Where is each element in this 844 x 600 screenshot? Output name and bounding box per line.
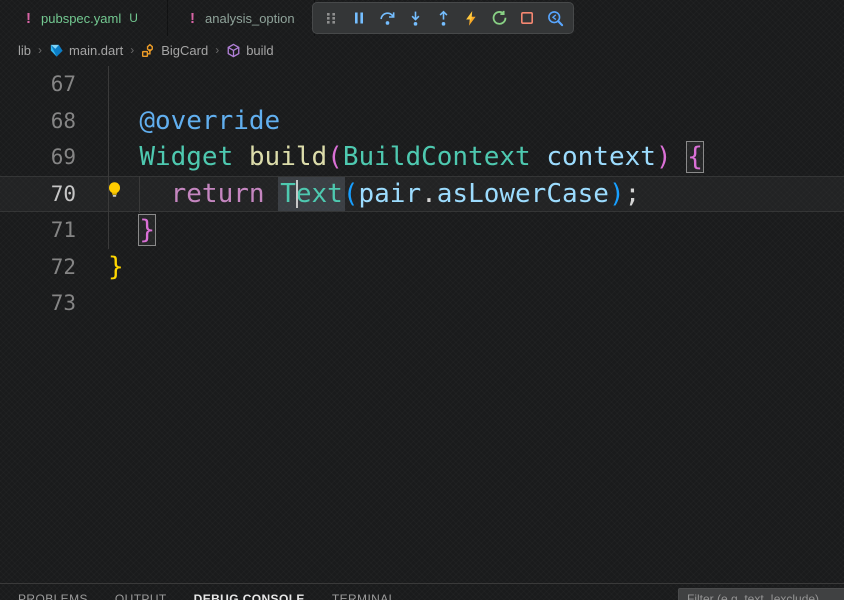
exclamation-icon: ! <box>190 10 195 27</box>
breadcrumb-item-bigcard[interactable]: BigCard <box>141 43 208 58</box>
drag-handle-icon[interactable] <box>319 6 343 30</box>
breadcrumb-item-lib[interactable]: lib <box>18 43 31 58</box>
code-token: context <box>546 142 656 172</box>
tab-pubspec-yaml[interactable]: ! pubspec.yaml U <box>0 0 168 36</box>
step-out-icon[interactable] <box>431 6 455 30</box>
tab-debug-console[interactable]: DEBUG CONSOLE <box>194 592 305 600</box>
code-token <box>233 142 249 172</box>
breadcrumb-label: build <box>246 43 273 58</box>
code-line[interactable]: 70 return Text(pair.asLowerCase); <box>0 176 844 213</box>
code-line[interactable]: 73 <box>0 285 844 322</box>
code-token: asLowerCase <box>437 179 609 209</box>
code-token: BuildContext <box>343 142 531 172</box>
code-token <box>265 179 281 209</box>
code-line-content: @override <box>76 103 280 140</box>
line-number[interactable]: 67 <box>0 66 76 103</box>
line-number[interactable]: 71 <box>0 212 76 249</box>
tab-label: analysis_option <box>205 11 295 26</box>
code-token: . <box>421 179 437 209</box>
code-token: ( <box>327 142 343 172</box>
code-line[interactable]: 68 @override <box>0 103 844 140</box>
restart-icon[interactable] <box>487 6 511 30</box>
pause-icon[interactable] <box>347 6 371 30</box>
line-number[interactable]: 68 <box>0 103 76 140</box>
code-token <box>672 142 688 172</box>
text-cursor <box>296 180 298 208</box>
breadcrumb-label: BigCard <box>161 43 208 58</box>
code-token <box>108 215 139 245</box>
breadcrumb-label: main.dart <box>69 43 123 58</box>
class-icon <box>141 43 156 58</box>
line-number[interactable]: 69 <box>0 139 76 176</box>
hot-reload-icon[interactable] <box>459 6 483 30</box>
code-line-content <box>76 285 108 322</box>
code-line-content: } <box>76 212 155 249</box>
code-line[interactable]: 71 } <box>0 212 844 249</box>
breadcrumb-label: lib <box>18 43 31 58</box>
code-line-content: } <box>76 249 124 286</box>
chevron-right-icon: › <box>130 43 134 57</box>
exclamation-icon: ! <box>26 10 31 27</box>
bottom-panel: PROBLEMS OUTPUT DEBUG CONSOLE TERMINAL <box>0 583 844 600</box>
code-token: build <box>249 142 327 172</box>
code-editor[interactable]: 6768 @override69 Widget build(BuildConte… <box>0 64 844 583</box>
code-token <box>531 142 547 172</box>
method-icon <box>226 43 241 58</box>
code-token: pair <box>358 179 421 209</box>
step-into-icon[interactable] <box>403 6 427 30</box>
code-token: ) <box>609 179 625 209</box>
breadcrumb-item-main-dart[interactable]: main.dart <box>49 43 123 58</box>
code-line-content <box>76 66 108 103</box>
code-token: Text <box>280 179 343 209</box>
chevron-right-icon: › <box>215 43 219 57</box>
code-line[interactable]: 67 <box>0 66 844 103</box>
stop-icon[interactable] <box>515 6 539 30</box>
code-token: @override <box>139 106 280 136</box>
lightbulb-icon[interactable] <box>106 180 123 206</box>
line-number[interactable]: 73 <box>0 285 76 322</box>
code-line-content: return Text(pair.asLowerCase); <box>76 176 640 213</box>
breadcrumb-item-build[interactable]: build <box>226 43 273 58</box>
code-line[interactable]: 69 Widget build(BuildContext context) { <box>0 139 844 176</box>
tab-label: pubspec.yaml <box>41 11 121 26</box>
code-token: ; <box>625 179 641 209</box>
code-token: ( <box>343 179 359 209</box>
code-token: Widget <box>139 142 233 172</box>
line-number[interactable]: 70 <box>0 176 76 213</box>
tab-analysis-options[interactable]: ! analysis_option <box>168 0 315 36</box>
code-token: ) <box>656 142 672 172</box>
code-token: return <box>171 179 265 209</box>
dart-file-icon <box>49 43 64 58</box>
editor-tab-bar: ! pubspec.yaml U ! analysis_option <box>0 0 844 36</box>
tab-problems[interactable]: PROBLEMS <box>18 592 88 600</box>
step-over-icon[interactable] <box>375 6 399 30</box>
widget-inspector-icon[interactable] <box>543 6 567 30</box>
tab-terminal[interactable]: TERMINAL <box>332 592 396 600</box>
code-line-content: Widget build(BuildContext context) { <box>76 139 703 176</box>
code-token: { <box>687 142 703 172</box>
git-status-badge: U <box>129 11 138 25</box>
breadcrumb: lib › main.dart › BigCard › build <box>0 36 844 64</box>
code-token <box>108 106 139 136</box>
code-token: } <box>108 252 124 282</box>
tab-output[interactable]: OUTPUT <box>115 592 167 600</box>
line-number[interactable]: 72 <box>0 249 76 286</box>
code-token <box>108 142 139 172</box>
code-lines: 6768 @override69 Widget build(BuildConte… <box>0 64 844 322</box>
code-token: } <box>139 215 155 245</box>
debug-toolbar <box>312 2 574 34</box>
chevron-right-icon: › <box>38 43 42 57</box>
code-line[interactable]: 72} <box>0 249 844 286</box>
debug-console-filter-input[interactable] <box>678 588 844 600</box>
